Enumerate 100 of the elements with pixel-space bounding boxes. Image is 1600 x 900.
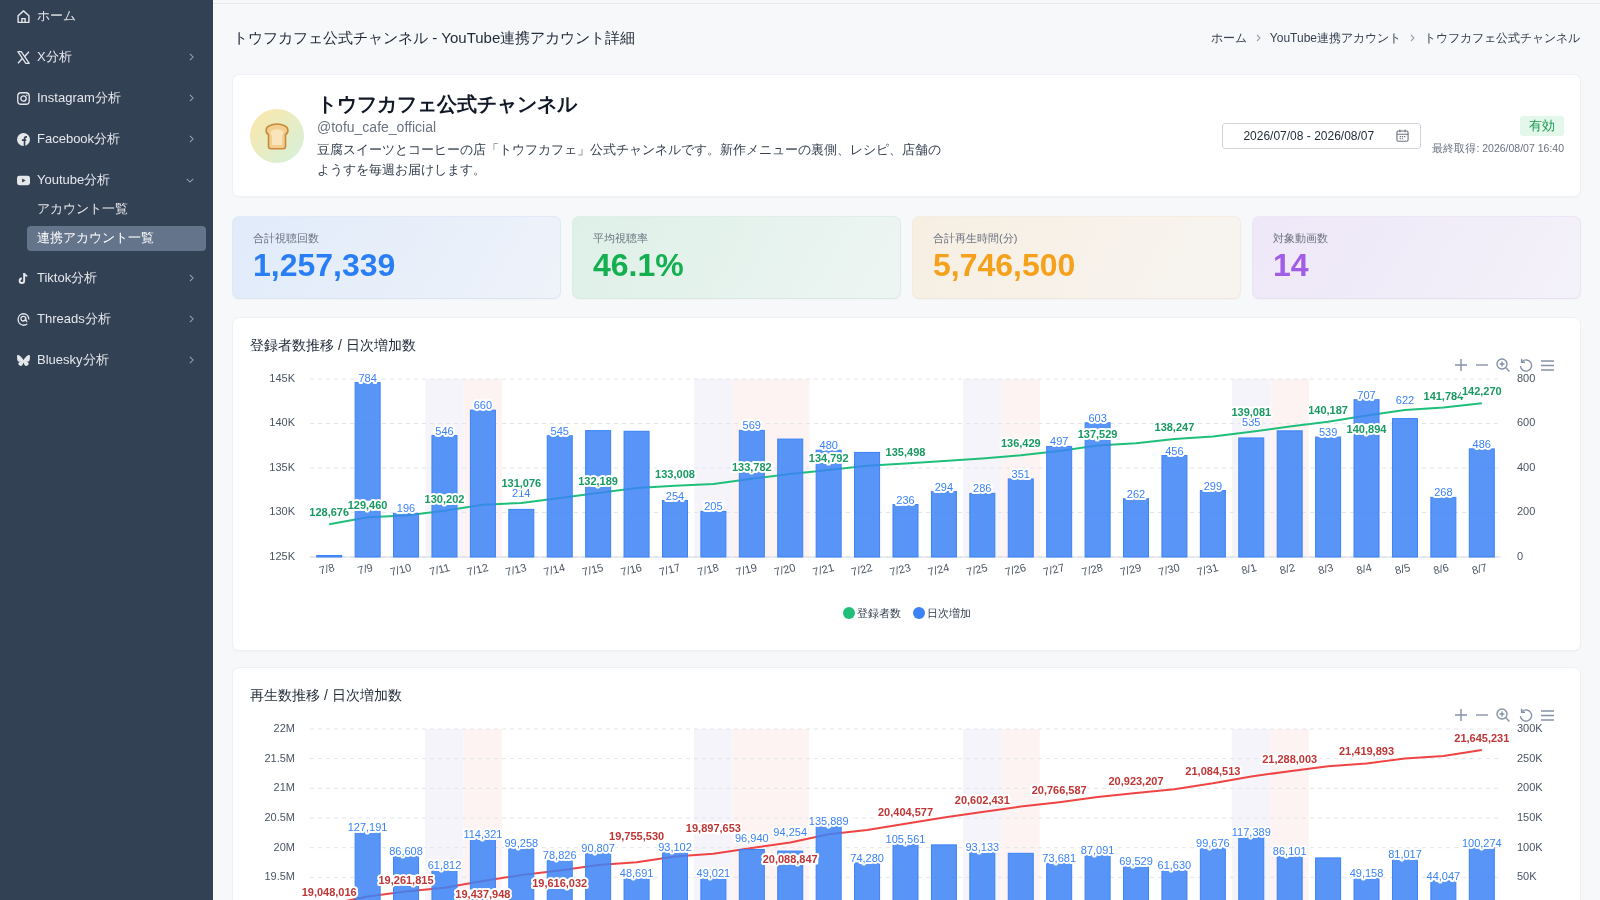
breadcrumb-link[interactable]: ホーム — [1210, 29, 1247, 47]
bar-value-label: 74,280 — [850, 851, 884, 864]
legend-item[interactable]: 日次増加 — [912, 605, 971, 621]
x-axis-label: 7/10 — [388, 561, 413, 578]
sidebar-item[interactable]: Threads分析 — [0, 298, 213, 340]
y-axis-label: 50K — [1517, 870, 1537, 883]
zoom-icon[interactable] — [1496, 358, 1510, 372]
bar-value-label: 784 — [358, 371, 377, 384]
stat-label: 合計視聴回数 — [253, 231, 320, 245]
y-axis-label: 250K — [1517, 751, 1543, 764]
bar-value-label: 99,258 — [504, 837, 539, 850]
stat-label: 平均視聴率 — [593, 231, 649, 245]
x-axis-label: 8/2 — [1278, 561, 1297, 577]
at-sign-icon — [17, 312, 30, 326]
play-button-icon — [17, 173, 30, 187]
channel-handle: @tofu_cafe_official — [317, 118, 438, 137]
date-range-field[interactable]: 2026/07/08 - 2026/08/07 — [1222, 122, 1422, 149]
line-value-label: 135,498 — [885, 445, 926, 458]
zoom-in-icon[interactable] — [1455, 709, 1467, 721]
x-axis-label: 7/9 — [356, 561, 374, 577]
x-axis-label: 7/13 — [504, 561, 528, 578]
line-value-label: 21,084,513 — [1184, 765, 1241, 778]
bar-value-label: 86,101 — [1272, 844, 1307, 857]
x-axis-label: 7/15 — [580, 561, 605, 578]
bar-value-label: 539 — [1318, 426, 1338, 439]
breadcrumb-link[interactable]: YouTube連携アカウント — [1269, 29, 1401, 47]
y-axis-label: 19.5M — [264, 870, 295, 883]
chart-title: 再生数推移 / 日次増加数 — [249, 686, 403, 705]
stat-value: 1,257,339 — [253, 247, 397, 283]
x-axis-label: 8/4 — [1355, 561, 1373, 577]
line-value-label: 130,202 — [424, 492, 465, 505]
bar — [969, 851, 996, 900]
f-circle-icon — [17, 132, 30, 146]
bar-value-label: 351 — [1011, 467, 1030, 480]
x-axis-label: 8/3 — [1316, 561, 1335, 577]
x-axis-label: 7/24 — [926, 561, 951, 578]
bar — [1161, 869, 1188, 900]
bar-value-label: 73,681 — [1042, 852, 1077, 865]
x-axis-label: 7/17 — [657, 561, 682, 578]
line-value-label: 140,894 — [1346, 422, 1387, 435]
chevron-right-icon — [1255, 34, 1261, 42]
reset-icon[interactable] — [1518, 708, 1533, 722]
bar — [1468, 847, 1495, 900]
status-badge: 有効 — [1520, 115, 1564, 136]
y-axis-label: 400 — [1517, 460, 1536, 473]
line-value-label: 136,429 — [1000, 437, 1042, 450]
bar — [930, 491, 957, 558]
stat-label: 合計再生時間(分) — [933, 231, 1019, 245]
line-value-label: 139,081 — [1230, 405, 1272, 418]
y-axis-label: 20M — [273, 840, 295, 853]
home-icon — [17, 9, 30, 23]
bar-value-label: 480 — [819, 439, 838, 452]
stat-value: 14 — [1273, 247, 1310, 283]
line-value-label: 21,419,893 — [1338, 745, 1395, 758]
bar-value-label: 81,017 — [1388, 847, 1422, 860]
bar-value-label: 99,676 — [1196, 836, 1230, 849]
zoom-icon[interactable] — [1496, 708, 1510, 722]
menu-icon[interactable] — [1541, 359, 1554, 371]
stat-label: 対象動画数 — [1273, 231, 1329, 245]
bar — [1007, 852, 1034, 900]
bar — [662, 851, 688, 900]
channel-name: トウフカフェ公式チャンネル — [317, 92, 579, 117]
bar-value-label: 49,021 — [696, 866, 731, 879]
bar-value-label: 286 — [973, 482, 992, 495]
line-value-label: 20,088,847 — [762, 853, 819, 866]
reset-icon[interactable] — [1518, 358, 1533, 372]
bread-avatar-icon — [250, 108, 304, 163]
sidebar-item[interactable]: Instagram分析 — [0, 77, 213, 119]
sidebar-subitem[interactable]: 連携アカウント一覧 — [26, 225, 206, 251]
channel-description: 豆腐スイーツとコーヒーの店「トウフカフェ」公式チャンネルです。新作メニューの裏側、レシピ、店舗のようすを毎週お届けします。 — [317, 141, 942, 179]
legend-item[interactable]: 登録者数 — [842, 605, 901, 621]
sidebar-item[interactable]: Bluesky分析 — [0, 339, 213, 381]
line-value-label: 20,602,431 — [954, 793, 1011, 806]
bar-value-label: 294 — [934, 480, 954, 493]
sidebar-item[interactable]: X分析 — [0, 36, 213, 78]
calendar-icon — [1396, 129, 1410, 142]
menu-icon[interactable] — [1541, 709, 1554, 721]
y-axis-label: 100K — [1517, 840, 1543, 853]
bar-value-label: 569 — [742, 419, 761, 432]
camera-icon — [17, 91, 30, 105]
x-axis-label: 8/1 — [1239, 561, 1258, 577]
y-axis-label: 125K — [269, 549, 295, 562]
line-value-label: 20,404,577 — [877, 805, 934, 818]
x-axis-label: 7/20 — [772, 561, 797, 578]
y-axis-label: 22M — [273, 721, 295, 734]
sidebar-item[interactable]: Tiktok分析 — [0, 257, 213, 299]
x-axis-label: 7/30 — [1157, 561, 1181, 578]
x-axis-label: 7/12 — [465, 561, 490, 578]
sidebar-item[interactable]: ホーム — [0, 0, 213, 37]
bar-value-label: 61,630 — [1157, 859, 1192, 872]
bar-value-label: 603 — [1088, 411, 1107, 424]
bar-value-label: 486 — [1472, 437, 1491, 450]
chevron-right-icon — [1410, 34, 1415, 42]
bar-value-label: 78,826 — [542, 849, 577, 862]
bar-value-label: 69,529 — [1119, 854, 1153, 867]
bar — [662, 500, 688, 558]
y-axis-label: 140K — [269, 416, 295, 429]
sidebar-item[interactable]: Facebook分析 — [0, 118, 213, 160]
zoom-in-icon[interactable] — [1455, 359, 1467, 371]
x-axis-label: 8/5 — [1393, 561, 1412, 577]
